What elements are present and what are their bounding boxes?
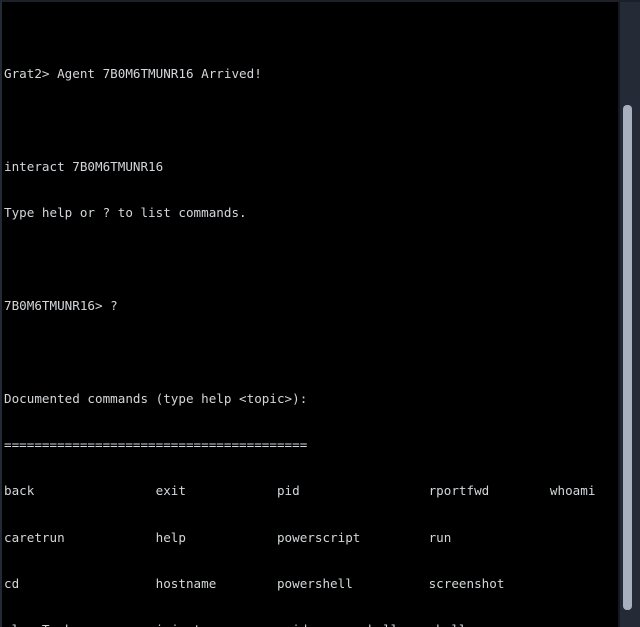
terminal-line-help-prompt: 7B0M6TMUNR16> ? (4, 297, 118, 313)
terminal-window[interactable]: Grat2> Agent 7B0M6TMUNR16 Arrived! inter… (0, 0, 640, 627)
command-row: clearTasks injectapc ppid_processhollow … (0, 622, 614, 627)
terminal-output-area[interactable]: Grat2> Agent 7B0M6TMUNR16 Arrived! inter… (0, 0, 614, 627)
scrollbar-thumb[interactable] (623, 105, 632, 610)
terminal-line-commands-header: Documented commands (type help <topic>): (4, 390, 308, 406)
window-top-edge (0, 0, 640, 2)
terminal-line-agent-arrived: Grat2> Agent 7B0M6TMUNR16 Arrived! (4, 66, 262, 82)
window-left-edge (0, 0, 2, 627)
terminal-scroll-content: Grat2> Agent 7B0M6TMUNR16 Arrived! inter… (0, 0, 614, 627)
terminal-line-help-hint: Type help or ? to list commands. (4, 205, 247, 221)
command-row: back exit pid rportfwd whoami (4, 483, 596, 499)
scrollbar-inner-edge (618, 0, 620, 627)
scrollbar-track[interactable] (618, 0, 640, 627)
terminal-line-commands-separator: ======================================== (4, 437, 308, 452)
command-row: cd hostname powershell screenshot (4, 576, 505, 592)
command-row: caretrun help powerscript run (4, 529, 452, 545)
terminal-line-interact-command: interact 7B0M6TMUNR16 (4, 158, 164, 174)
